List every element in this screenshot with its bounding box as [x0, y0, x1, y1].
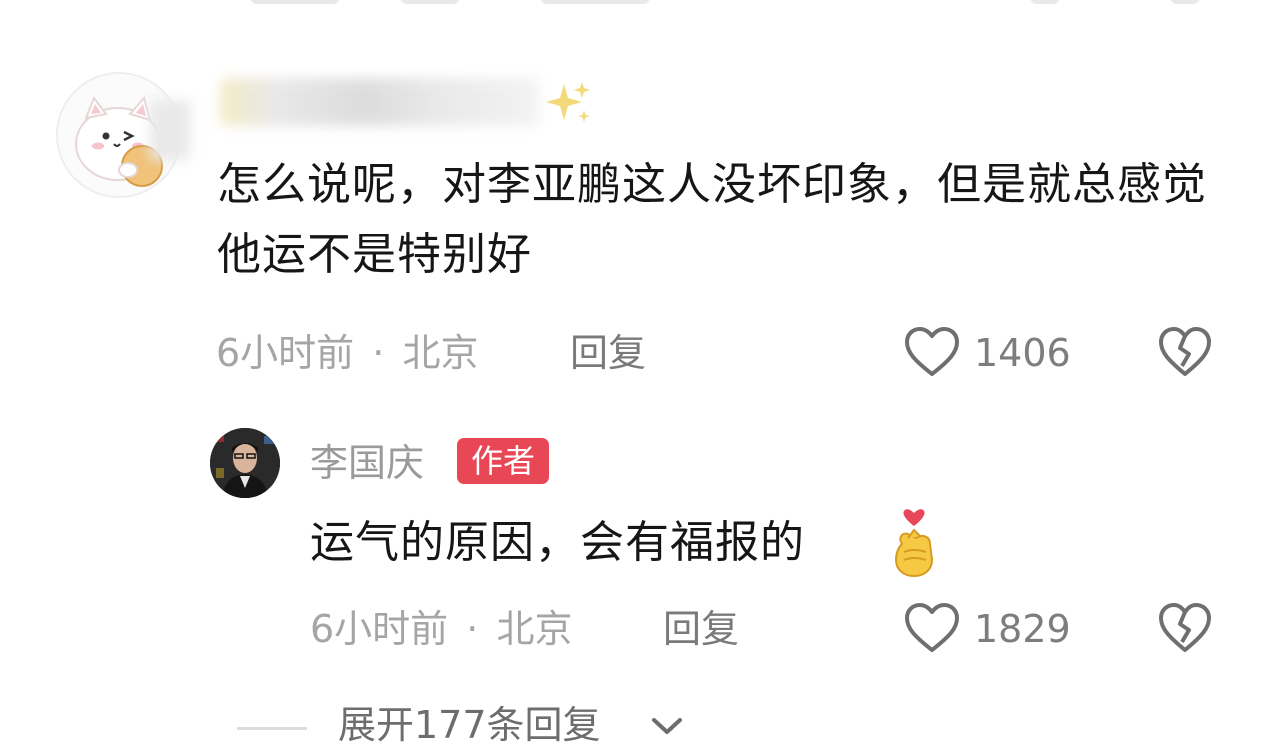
author-photo-avatar: [210, 428, 280, 498]
commenter-name-blurred[interactable]: [220, 78, 540, 126]
reply-time: 6小时前: [310, 607, 449, 651]
heart-outline-icon[interactable]: [904, 602, 960, 654]
reply-button[interactable]: 回复: [663, 604, 739, 654]
broken-heart-icon[interactable]: [1158, 602, 1212, 654]
sparkles-icon: [546, 82, 590, 122]
comment-time: 6小时前: [216, 331, 355, 375]
heart-outline-icon[interactable]: [904, 326, 960, 378]
comment-location: 北京: [402, 331, 479, 375]
comment-meta: 6小时前 · 北京: [216, 328, 478, 378]
reply-text: 运气的原因，会有福报的: [310, 517, 805, 568]
expand-replies-button[interactable]: 展开177条回复: [338, 700, 601, 750]
reply-meta: 6小时前 · 北京: [310, 604, 572, 654]
reply-location: 北京: [496, 607, 573, 651]
comment-text: 怎么说呢，对李亚鹏这人没坏印象，但是就总感觉他运不是特别好: [217, 159, 1207, 280]
finger-heart-emoji-icon: [894, 509, 934, 578]
author-avatar[interactable]: [210, 428, 280, 498]
broken-heart-icon[interactable]: [1158, 326, 1212, 378]
expand-divider: [237, 727, 307, 730]
reply-button[interactable]: 回复: [570, 328, 646, 378]
author-name[interactable]: 李国庆: [310, 438, 424, 488]
username-mosaic-edge: [150, 100, 190, 160]
like-count: 1406: [974, 331, 1071, 375]
meta-separator: ·: [466, 607, 479, 651]
author-badge: 作者: [457, 438, 550, 484]
meta-separator: ·: [372, 331, 385, 375]
like-count: 1829: [974, 607, 1071, 651]
previous-comment-remnant: [0, 0, 1267, 8]
